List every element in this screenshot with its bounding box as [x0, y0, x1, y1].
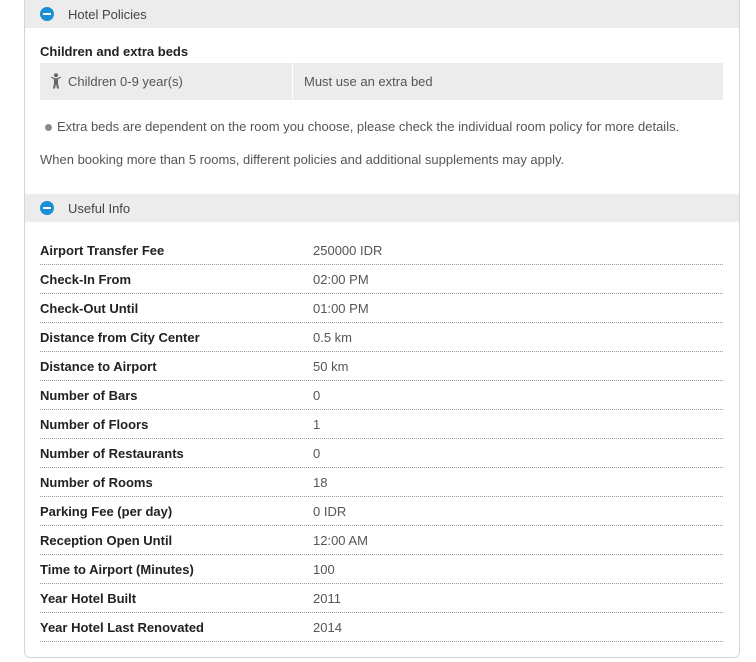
info-value: 250000 IDR: [313, 243, 383, 258]
info-value: 100: [313, 562, 335, 577]
info-row: Distance to Airport 50 km: [40, 352, 723, 381]
info-label: Number of Floors: [40, 417, 149, 432]
info-label: Distance to Airport: [40, 359, 157, 374]
extra-beds-note-text: Extra beds are dependent on the room you…: [57, 119, 680, 134]
info-label: Year Hotel Built: [40, 591, 137, 606]
info-label: Year Hotel Last Renovated: [40, 620, 204, 635]
child-policy-label: Children 0-9 year(s): [68, 74, 183, 89]
hotel-info-card: Hotel Policies Children and extra beds C…: [24, 0, 740, 658]
info-row: Check-In From 02:00 PM: [40, 265, 723, 294]
info-value: 02:00 PM: [313, 272, 369, 287]
info-row: Year Hotel Last Renovated 2014: [40, 613, 723, 642]
child-icon: [51, 73, 61, 89]
hotel-policies-header[interactable]: Hotel Policies: [25, 0, 739, 28]
useful-info-title: Useful Info: [68, 201, 131, 216]
info-label: Check-In From: [40, 272, 132, 287]
bullet-icon: [45, 123, 52, 131]
info-row: Year Hotel Built 2011: [40, 584, 723, 613]
info-row: Parking Fee (per day) 0 IDR: [40, 497, 723, 526]
info-row: Airport Transfer Fee 250000 IDR: [40, 236, 723, 265]
child-policy-row: Children 0-9 year(s) Must use an extra b…: [40, 63, 723, 100]
info-row: Time to Airport (Minutes) 100: [40, 555, 723, 584]
info-value: 0: [313, 388, 321, 403]
info-value: 2014: [313, 620, 342, 635]
useful-info-header[interactable]: Useful Info: [25, 194, 739, 222]
child-policy-value: Must use an extra bed: [304, 74, 433, 89]
collapse-minus-icon[interactable]: [40, 201, 54, 215]
useful-info-table: Airport Transfer Fee 250000 IDR Check-In F…: [40, 236, 723, 642]
info-label: Check-Out Until: [40, 301, 139, 316]
collapse-minus-icon[interactable]: [40, 7, 54, 21]
info-value: 12:00 AM: [313, 533, 368, 548]
info-label: Time to Airport (Minutes): [40, 562, 194, 577]
info-value: 0: [313, 446, 321, 461]
info-label: Number of Rooms: [40, 475, 153, 490]
info-label: Distance from City Center: [40, 330, 200, 345]
info-value: 0.5 km: [313, 330, 353, 345]
info-value: 0 IDR: [313, 504, 347, 519]
info-label: Parking Fee (per day): [40, 504, 173, 519]
info-value: 01:00 PM: [313, 301, 369, 316]
children-extra-beds-heading: Children and extra beds: [40, 44, 189, 59]
info-row: Reception Open Until 12:00 AM: [40, 526, 723, 555]
info-label: Airport Transfer Fee: [40, 243, 165, 258]
info-value: 18: [313, 475, 328, 490]
info-label: Number of Restaurants: [40, 446, 184, 461]
info-label: Number of Bars: [40, 388, 138, 403]
booking-note: When booking more than 5 rooms, differen…: [40, 152, 565, 167]
info-row: Distance from City Center 0.5 km: [40, 323, 723, 352]
info-value: 50 km: [313, 359, 349, 374]
extra-beds-note: Extra beds are dependent on the room you…: [40, 119, 679, 134]
info-row: Number of Floors 1: [40, 410, 723, 439]
info-row: Number of Rooms 18: [40, 468, 723, 497]
child-policy-label-cell: Children 0-9 year(s): [40, 63, 293, 100]
info-row: Number of Bars 0: [40, 381, 723, 410]
info-row: Number of Restaurants 0: [40, 439, 723, 468]
info-label: Reception Open Until: [40, 533, 173, 548]
hotel-policies-title: Hotel Policies: [68, 7, 147, 22]
info-value: 1: [313, 417, 321, 432]
info-row: Check-Out Until 01:00 PM: [40, 294, 723, 323]
info-value: 2011: [313, 591, 341, 606]
